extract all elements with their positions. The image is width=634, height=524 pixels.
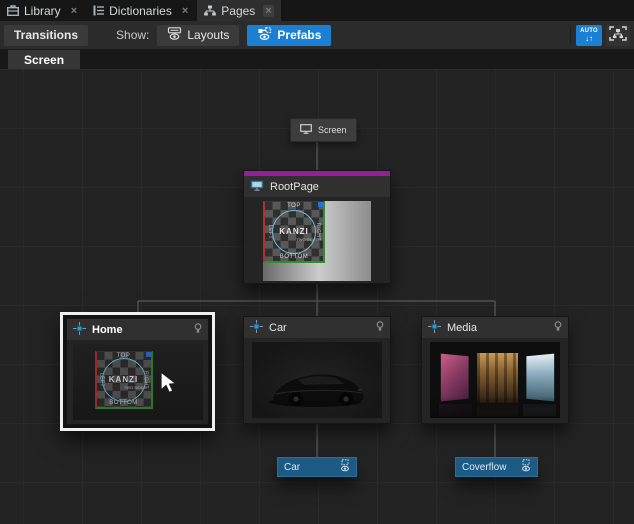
- media-coverflow-thumbnail: [430, 342, 560, 418]
- tab-label: Library: [24, 4, 61, 18]
- close-icon[interactable]: ×: [69, 5, 79, 17]
- close-icon[interactable]: ×: [180, 5, 190, 17]
- rootpage-node-label: RootPage: [270, 181, 384, 193]
- tab-dictionaries[interactable]: Dictionaries ×: [86, 0, 197, 21]
- lightbulb-icon[interactable]: [194, 323, 202, 337]
- rootpage-thumbnail: TOP BOTTOM LEFT RIGHT KANZI TWO SIDED: [263, 201, 371, 281]
- badge-label: Car: [284, 462, 300, 473]
- fit-to-view-icon: [609, 26, 627, 44]
- thumbnail-fade: [430, 342, 560, 418]
- car-thumbnail: [252, 342, 382, 418]
- prefabs-toggle-button[interactable]: Prefabs: [247, 25, 331, 46]
- tab-label: Dictionaries: [109, 4, 172, 18]
- badge-label: Coverflow: [462, 462, 506, 473]
- monitor-icon: [300, 124, 312, 136]
- page-host-icon: [250, 180, 264, 194]
- kanzi-bottom-label: BOTTOM: [265, 254, 323, 260]
- document-tab-row: Screen: [0, 50, 634, 69]
- auto-arrange-button[interactable]: AUTO ↓↑: [576, 25, 602, 46]
- page-icon: [428, 320, 441, 336]
- kanzi-test-image: TOP BOTTOM LEFT RIGHT KANZI TWO SIDED: [95, 351, 153, 409]
- page-graph-canvas[interactable]: Screen RootPage TOP BOTTOM: [0, 69, 634, 524]
- kanzi-center-label: KANZI: [97, 375, 151, 384]
- list-icon: [93, 5, 104, 16]
- kanzi-center-label: KANZI: [265, 227, 323, 236]
- layouts-label: Layouts: [187, 28, 229, 42]
- prefab-badge-car[interactable]: Car: [277, 457, 357, 477]
- screen-node-label: Screen: [318, 125, 347, 135]
- home-thumbnail: TOP BOTTOM LEFT RIGHT KANZI TWO SIDED: [73, 344, 203, 420]
- lightbulb-icon[interactable]: [554, 321, 562, 335]
- toolbar-divider: [570, 27, 571, 43]
- transitions-button[interactable]: Transitions: [4, 25, 88, 46]
- screen-node[interactable]: Screen: [290, 118, 357, 142]
- layouts-eye-icon: [167, 27, 182, 43]
- kanzi-test-image: TOP BOTTOM LEFT RIGHT KANZI TWO SIDED: [263, 201, 325, 263]
- kanzi-top-label: TOP: [265, 203, 323, 209]
- tab-pages[interactable]: Pages ×: [197, 0, 280, 21]
- doc-tab-screen[interactable]: Screen: [8, 50, 80, 69]
- car-node-label: Car: [269, 322, 370, 334]
- pages-toolbar: Transitions Show: Layouts Prefabs AUTO ↓…: [0, 21, 634, 50]
- kanzi-note-label: TWO SIDED: [124, 385, 147, 390]
- tab-label: Pages: [221, 4, 255, 18]
- auto-arrows-icon: ↓↑: [585, 35, 593, 43]
- layouts-toggle-button[interactable]: Layouts: [157, 25, 239, 46]
- fit-to-view-button[interactable]: [606, 25, 630, 46]
- rootpage-node[interactable]: RootPage TOP BOTTOM LEFT RIGHT KANZI TWO…: [243, 170, 391, 284]
- home-node[interactable]: Home TOP BOTTOM LEFT RIGHT: [60, 312, 215, 431]
- kanzi-note-label: TWO SIDED: [296, 237, 319, 242]
- page-icon: [73, 322, 86, 338]
- media-node[interactable]: Media: [421, 316, 569, 424]
- close-icon[interactable]: ×: [263, 5, 273, 17]
- lightbulb-icon[interactable]: [376, 321, 384, 335]
- panel-tab-bar: Library × Dictionaries × Pages ×: [0, 0, 634, 21]
- toolbox-icon: [7, 5, 19, 16]
- prefab-placeholder-icon: [340, 459, 350, 475]
- hierarchy-icon: [204, 5, 216, 16]
- car-image: [252, 342, 382, 418]
- prefabs-eye-icon: [257, 27, 272, 43]
- pages-panel: Library × Dictionaries × Pages × Transit…: [0, 0, 634, 524]
- show-label: Show:: [116, 28, 149, 42]
- tab-library[interactable]: Library ×: [0, 0, 86, 21]
- prefab-badge-coverflow[interactable]: Coverflow: [455, 457, 538, 477]
- auto-label: AUTO: [580, 28, 598, 34]
- prefab-placeholder-icon: [521, 459, 531, 475]
- prefabs-label: Prefabs: [277, 28, 321, 42]
- media-node-label: Media: [447, 322, 548, 334]
- page-icon: [250, 320, 263, 336]
- home-node-label: Home: [92, 324, 188, 336]
- car-node[interactable]: Car: [243, 316, 391, 424]
